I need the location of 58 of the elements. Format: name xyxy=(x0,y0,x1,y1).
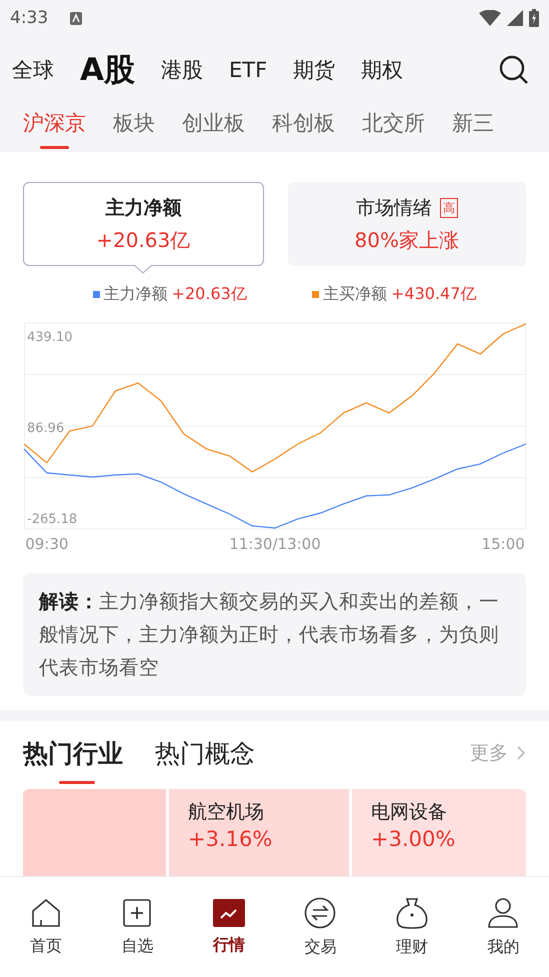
nav-tab[interactable]: 交易 xyxy=(274,877,366,977)
add-icon xyxy=(122,898,152,928)
nav-tab[interactable]: 首页 xyxy=(0,877,92,977)
legend-value: +430.47亿 xyxy=(391,284,476,305)
note-text: 解读：主力净额指大额交易的买入和卖出的差额，一般情况下，主力净额为正时，代表市场看多，为负则代表市场看空 xyxy=(39,589,500,681)
sub-tab[interactable]: 新三 xyxy=(452,99,494,149)
category-tab[interactable]: 热门概念 xyxy=(155,722,255,784)
card-title: 市场情绪 xyxy=(356,196,432,220)
sub-tab[interactable]: 北交所 xyxy=(362,99,425,149)
market-tab[interactable]: 全球 xyxy=(12,56,54,84)
sub-tab[interactable]: 沪深京 xyxy=(23,99,86,149)
status-time: 4:33 xyxy=(10,8,48,28)
legend-value: +20.63亿 xyxy=(172,284,247,305)
market-tab[interactable]: 期权 xyxy=(361,56,404,84)
card-value: +20.63亿 xyxy=(96,226,190,254)
market-tab[interactable]: 港股 xyxy=(161,56,203,84)
market-tab[interactable]: ETF xyxy=(229,58,268,82)
exchange-icon xyxy=(304,896,336,928)
sub-tab[interactable]: 科创板 xyxy=(272,99,335,149)
legend-label: 主力净额 xyxy=(104,284,168,305)
nav-tab[interactable]: 自选 xyxy=(92,877,183,977)
sector-tile[interactable]: 电网设备 +3.00% xyxy=(352,789,526,876)
legend-label: 主买净额 xyxy=(323,284,387,305)
sector-change: +3.00% xyxy=(371,827,456,851)
signal-icon xyxy=(507,10,523,26)
axis-label: -265.18 xyxy=(27,512,78,527)
notification-icon xyxy=(70,12,82,24)
level-badge: 高 xyxy=(440,198,458,218)
pointer-icon xyxy=(134,265,152,274)
sector-tile[interactable] xyxy=(23,789,166,876)
sub-tab[interactable]: 板块 xyxy=(113,99,155,149)
axis-label: 09:30 xyxy=(25,535,68,553)
nav-tab[interactable]: 我的 xyxy=(458,877,549,977)
card-title: 主力净额 xyxy=(105,196,182,220)
sector-name: 航空机场 xyxy=(188,800,265,825)
battery-icon xyxy=(529,9,539,27)
card-value: 80%家上涨 xyxy=(354,226,459,254)
nav-tab[interactable]: 行情 xyxy=(183,877,274,977)
home-icon xyxy=(30,898,61,928)
sector-change: +3.16% xyxy=(188,827,274,851)
market-tab[interactable]: 期货 xyxy=(293,56,336,84)
axis-label: 86.96 xyxy=(27,420,64,436)
sub-tab[interactable]: 创业板 xyxy=(182,99,245,149)
search-icon[interactable] xyxy=(499,55,529,85)
axis-label: 11:30/13:00 xyxy=(229,535,321,553)
overview-card[interactable]: 市场情绪 高 80%家上涨 xyxy=(288,182,526,266)
category-tab[interactable]: 热门行业 xyxy=(23,722,123,784)
sector-tile[interactable]: 航空机场 +3.16% xyxy=(169,789,349,876)
sector-name: 电网设备 xyxy=(371,800,448,825)
axis-label: 15:00 xyxy=(482,535,525,553)
chart-icon xyxy=(212,898,245,926)
market-tab[interactable]: A股 xyxy=(80,49,135,91)
chevron-icon xyxy=(516,745,526,761)
nav-tab[interactable]: 理财 xyxy=(366,877,458,977)
wifi-icon xyxy=(479,10,501,26)
axis-label: 439.10 xyxy=(27,330,72,345)
money-bag-icon xyxy=(394,896,429,928)
person-icon xyxy=(487,896,520,928)
